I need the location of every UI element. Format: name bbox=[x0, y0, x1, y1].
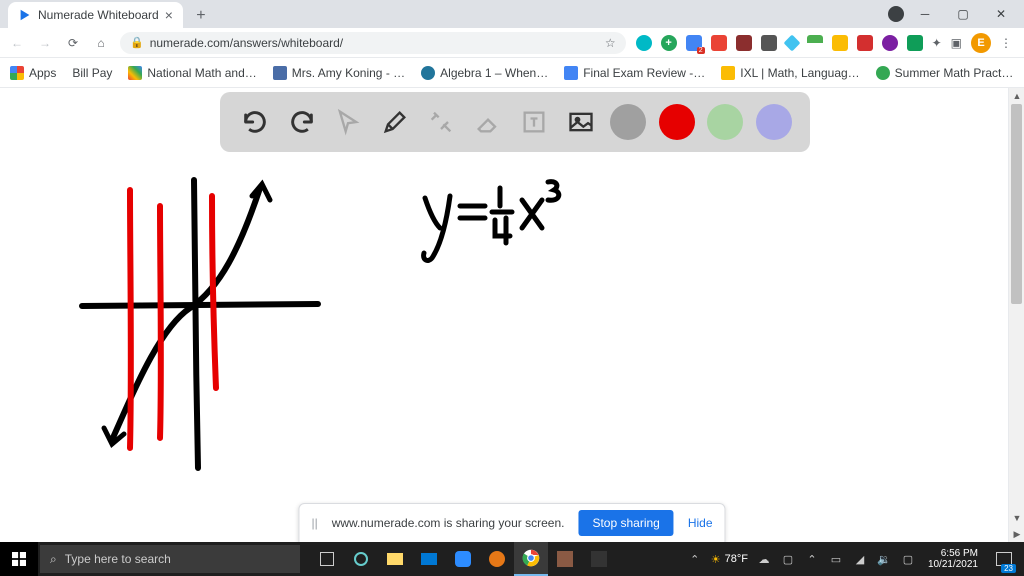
bookmark-favicon bbox=[421, 66, 435, 80]
apps-grid-icon bbox=[10, 66, 24, 80]
cast-icon[interactable]: ▣ bbox=[951, 36, 962, 50]
hide-sharing-link[interactable]: Hide bbox=[688, 516, 713, 530]
app-icon-2[interactable] bbox=[548, 542, 582, 576]
profile-avatar[interactable]: E bbox=[971, 33, 991, 53]
pinned-apps bbox=[310, 542, 616, 576]
home-button[interactable]: ⌂ bbox=[92, 34, 110, 52]
ext-icon-4[interactable] bbox=[711, 35, 727, 51]
taskbar-clock[interactable]: 6:56 PM 10/21/2021 bbox=[924, 548, 982, 570]
app-icon[interactable] bbox=[480, 542, 514, 576]
extensions-puzzle-icon[interactable]: ✦ bbox=[932, 36, 942, 50]
stop-sharing-button[interactable]: Stop sharing bbox=[578, 510, 673, 536]
taskbar-search[interactable]: ⌕ Type here to search bbox=[40, 545, 300, 573]
ext-icon-6[interactable] bbox=[761, 35, 777, 51]
app-icon-3[interactable] bbox=[582, 542, 616, 576]
tab-favicon bbox=[18, 8, 32, 22]
ext-icon-11[interactable] bbox=[882, 35, 898, 51]
reload-button[interactable]: ⟳ bbox=[64, 34, 82, 52]
bookmark-favicon bbox=[273, 66, 287, 80]
extension-icons: + 2 ✦ ▣ E ⋮ bbox=[636, 33, 1016, 53]
onedrive-icon[interactable]: ☁ bbox=[756, 551, 772, 567]
page-content: || www.numerade.com is sharing your scre… bbox=[0, 88, 1024, 542]
bookmark-item[interactable]: Algebra 1 – When… bbox=[421, 66, 548, 80]
sun-icon: ☀ bbox=[711, 553, 721, 566]
windows-taskbar: ⌕ Type here to search ⌃ ☀ 78°F ☁ ▢ ⌃ ▭ ◢… bbox=[0, 542, 1024, 576]
wifi-icon[interactable]: ◢ bbox=[852, 551, 868, 567]
meet-now-icon[interactable]: ▢ bbox=[780, 551, 796, 567]
bookmark-favicon bbox=[721, 66, 735, 80]
action-center-icon[interactable]: 23 bbox=[990, 545, 1018, 573]
close-tab-icon[interactable]: × bbox=[165, 7, 173, 23]
ext-icon-7[interactable] bbox=[783, 34, 800, 51]
screen-sharing-bar: || www.numerade.com is sharing your scre… bbox=[298, 503, 725, 542]
browser-toolbar: ← → ⟳ ⌂ 🔒 numerade.com/answers/whiteboar… bbox=[0, 28, 1024, 58]
whiteboard-canvas[interactable] bbox=[0, 88, 1008, 542]
new-tab-button[interactable]: + bbox=[189, 4, 213, 28]
address-bar[interactable]: 🔒 numerade.com/answers/whiteboard/ ☆ bbox=[120, 32, 626, 54]
search-icon: ⌕ bbox=[50, 552, 57, 567]
browser-titlebar: Numerade Whiteboard × + ─ ▢ ✕ bbox=[0, 0, 1024, 28]
url-text: numerade.com/answers/whiteboard/ bbox=[150, 36, 343, 50]
tray-expand-icon[interactable]: ⌃ bbox=[687, 551, 703, 567]
bookmark-item[interactable]: Summer Math Pract… bbox=[876, 66, 1014, 80]
maximize-button[interactable]: ▢ bbox=[946, 4, 980, 24]
zoom-icon[interactable] bbox=[446, 542, 480, 576]
search-placeholder: Type here to search bbox=[65, 552, 171, 566]
ext-icon-2[interactable]: + bbox=[661, 35, 677, 51]
weather-widget[interactable]: ☀ 78°F bbox=[711, 553, 748, 566]
background-apps-icon[interactable] bbox=[888, 6, 904, 22]
kebab-menu-icon[interactable]: ⋮ bbox=[1000, 36, 1012, 50]
mail-icon[interactable] bbox=[412, 542, 446, 576]
bookmark-favicon bbox=[876, 66, 890, 80]
chrome-icon[interactable] bbox=[514, 542, 548, 576]
ext-icon-1[interactable] bbox=[636, 35, 652, 51]
forward-button[interactable]: → bbox=[36, 34, 54, 52]
bookmark-item[interactable]: IXL | Math, Languag… bbox=[721, 66, 859, 80]
volume-icon[interactable]: 🔉 bbox=[876, 551, 892, 567]
ext-icon-8[interactable] bbox=[807, 35, 823, 51]
bookmark-item[interactable]: Bill Pay bbox=[72, 66, 112, 80]
tray-expand-icon-2[interactable]: ⌃ bbox=[804, 551, 820, 567]
window-controls: ─ ▢ ✕ bbox=[888, 0, 1024, 28]
bookmarks-bar: Apps Bill Pay National Math and… Mrs. Am… bbox=[0, 58, 1024, 88]
bookmark-favicon bbox=[128, 66, 142, 80]
close-window-button[interactable]: ✕ bbox=[984, 4, 1018, 24]
scroll-right-arrow[interactable]: ▶ bbox=[1009, 526, 1024, 542]
ext-icon-10[interactable] bbox=[857, 35, 873, 51]
start-button[interactable] bbox=[0, 542, 38, 576]
bookmark-item[interactable]: Mrs. Amy Koning - … bbox=[273, 66, 405, 80]
bookmark-item[interactable]: National Math and… bbox=[128, 66, 256, 80]
back-button[interactable]: ← bbox=[8, 34, 26, 52]
apps-button[interactable]: Apps bbox=[10, 66, 56, 80]
scroll-thumb[interactable] bbox=[1011, 104, 1022, 304]
scroll-up-arrow[interactable]: ▲ bbox=[1009, 88, 1024, 104]
cortana-icon[interactable] bbox=[344, 542, 378, 576]
browser-tab[interactable]: Numerade Whiteboard × bbox=[8, 2, 183, 28]
vertical-scrollbar[interactable]: ▲ ▼ ▶ bbox=[1008, 88, 1024, 542]
bookmark-favicon bbox=[564, 66, 578, 80]
ext-icon-12[interactable] bbox=[907, 35, 923, 51]
tab-title: Numerade Whiteboard bbox=[38, 8, 159, 22]
battery-icon[interactable]: ▭ bbox=[828, 551, 844, 567]
scroll-down-arrow[interactable]: ▼ bbox=[1009, 510, 1024, 526]
ext-icon-9[interactable] bbox=[832, 35, 848, 51]
sharing-message: www.numerade.com is sharing your screen. bbox=[332, 516, 565, 530]
sharing-handle-icon[interactable]: || bbox=[311, 516, 317, 530]
system-tray: ⌃ ☀ 78°F ☁ ▢ ⌃ ▭ ◢ 🔉 ▢ 6:56 PM 10/21/202… bbox=[687, 545, 1024, 573]
lock-icon: 🔒 bbox=[130, 36, 144, 49]
ext-icon-5[interactable] bbox=[736, 35, 752, 51]
bookmark-item[interactable]: Final Exam Review -… bbox=[564, 66, 705, 80]
task-view-icon[interactable] bbox=[310, 542, 344, 576]
minimize-button[interactable]: ─ bbox=[908, 4, 942, 24]
ext-icon-3[interactable]: 2 bbox=[686, 35, 702, 51]
language-icon[interactable]: ▢ bbox=[900, 551, 916, 567]
bookmark-star-icon[interactable]: ☆ bbox=[605, 36, 616, 50]
explorer-icon[interactable] bbox=[378, 542, 412, 576]
